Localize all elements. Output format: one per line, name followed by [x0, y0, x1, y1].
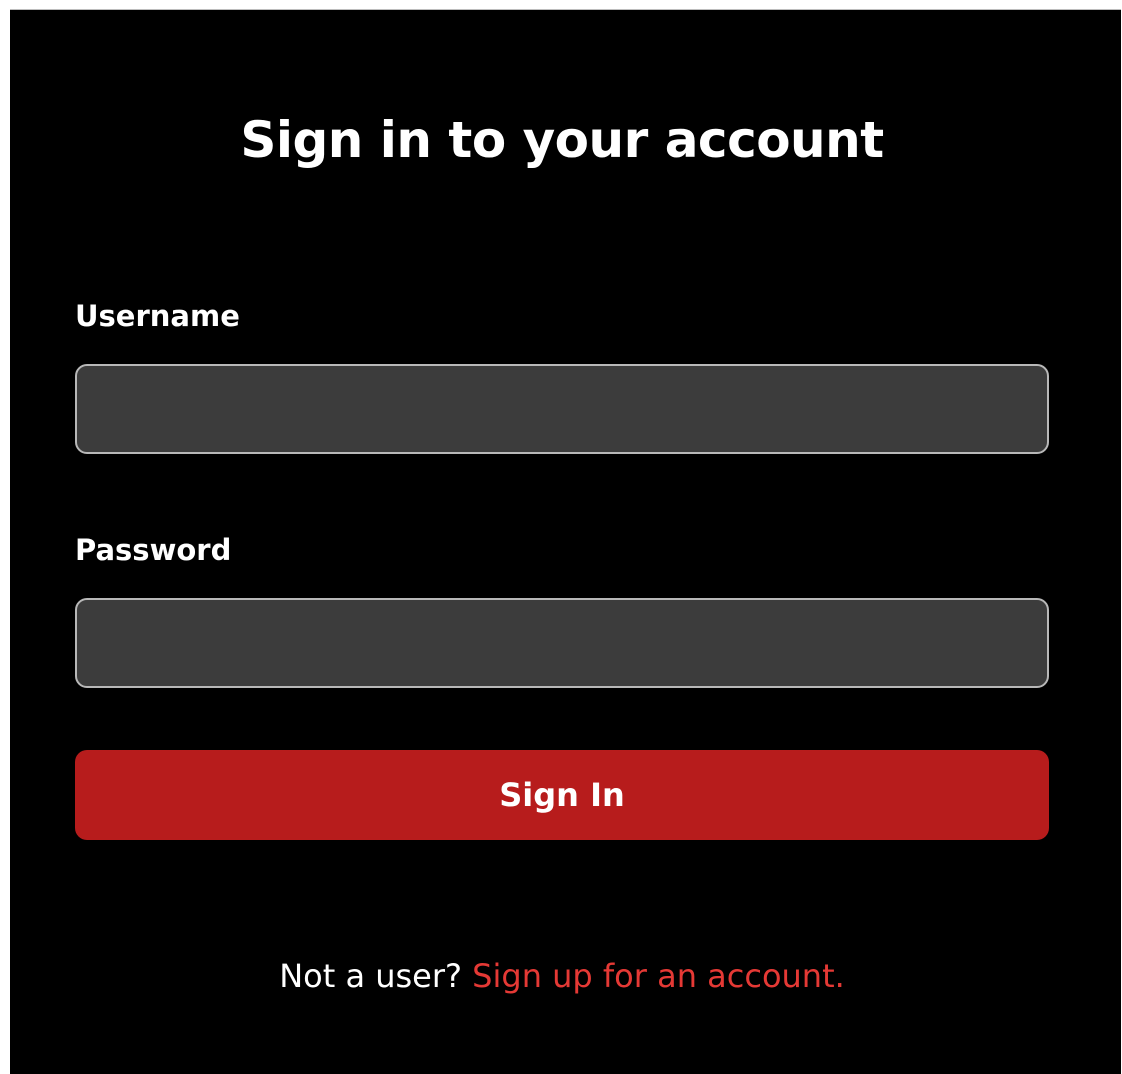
signup-prompt-text: Not a user? — [279, 957, 462, 995]
signup-prompt: Not a user? Sign up for an account. — [10, 954, 1114, 998]
password-input[interactable] — [75, 598, 1049, 688]
password-label: Password — [75, 533, 232, 567]
username-label: Username — [75, 299, 240, 333]
username-input[interactable] — [75, 364, 1049, 454]
page-title: Sign in to your account — [240, 111, 884, 169]
sign-in-button[interactable]: Sign In — [75, 750, 1049, 840]
signin-panel: Sign in to your account Username Passwor… — [10, 9, 1121, 1074]
signup-link[interactable]: Sign up for an account. — [472, 957, 845, 995]
